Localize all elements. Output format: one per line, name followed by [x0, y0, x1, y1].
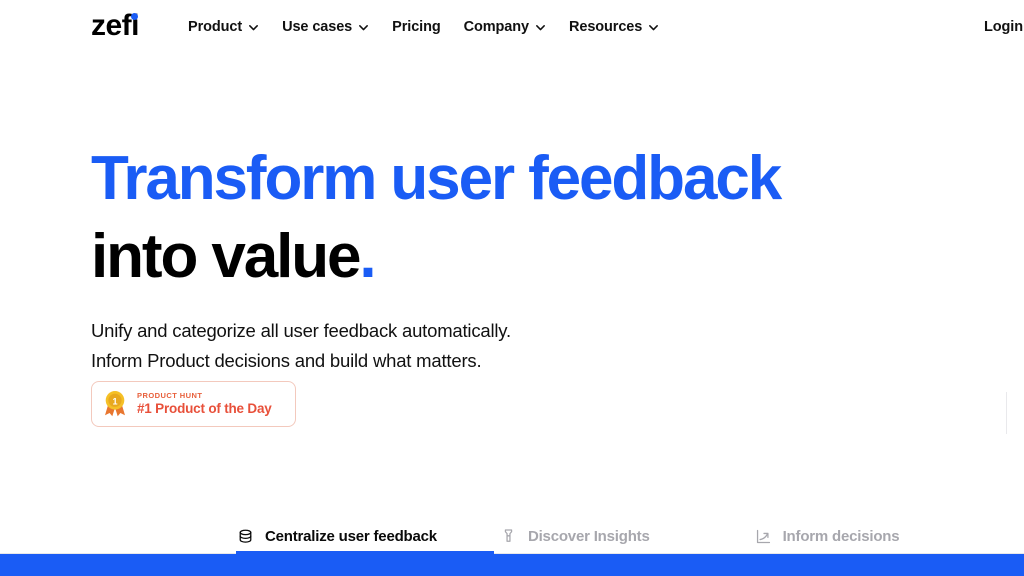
tab-label: Centralize user feedback	[265, 527, 437, 545]
tab-inform-decisions[interactable]: Inform decisions	[754, 518, 900, 554]
hero-section: Transform user feedback into value. Unif…	[91, 140, 921, 376]
flashlight-icon	[499, 527, 518, 546]
nav-item-resources[interactable]: Resources	[569, 19, 659, 35]
product-hunt-badge-text: PRODUCT HUNT #1 Product of the Day	[137, 391, 272, 417]
bottom-blue-section	[0, 554, 1024, 576]
product-hunt-title: #1 Product of the Day	[137, 401, 272, 416]
login-button[interactable]: Login	[984, 0, 1023, 53]
feature-tabs: Centralize user feedback Discover Insigh…	[236, 518, 976, 554]
chevron-down-icon	[648, 22, 659, 33]
headline-line-2-text: into value	[91, 222, 361, 291]
headline-line-1: Transform user feedback	[91, 144, 782, 213]
svg-text:1: 1	[112, 396, 117, 406]
logo-dot-icon	[131, 13, 139, 20]
subheading-line-2: Inform Product decisions and build what …	[91, 350, 482, 371]
trend-up-icon	[754, 527, 773, 546]
page-title: Transform user feedback into value.	[91, 140, 921, 296]
tab-label: Inform decisions	[782, 527, 900, 545]
nav-item-label: Company	[463, 18, 529, 35]
product-hunt-kicker: PRODUCT HUNT	[137, 391, 203, 400]
nav-item-product[interactable]: Product	[188, 19, 259, 35]
database-icon	[236, 527, 255, 546]
subheading-line-1: Unify and categorize all user feedback a…	[91, 320, 511, 341]
landing-page: zefi Product Use cases Pricing Company R…	[0, 0, 1024, 576]
gold-medal-icon: 1	[102, 390, 128, 418]
chevron-down-icon	[248, 22, 259, 33]
nav-item-pricing[interactable]: Pricing	[392, 18, 441, 35]
nav-item-label: Product	[188, 18, 243, 35]
hero-subheading: Unify and categorize all user feedback a…	[91, 316, 921, 376]
tab-label: Discover Insights	[527, 527, 650, 545]
chevron-down-icon	[535, 22, 546, 33]
chevron-down-icon	[358, 22, 369, 33]
right-edge-divider	[1006, 392, 1007, 434]
nav-item-use-cases[interactable]: Use cases	[282, 19, 369, 35]
nav-item-label: Pricing	[392, 18, 441, 35]
headline-period: .	[359, 222, 376, 291]
tab-centralize-user-feedback[interactable]: Centralize user feedback	[236, 518, 437, 554]
site-header: zefi Product Use cases Pricing Company R…	[0, 0, 1024, 53]
nav-item-company[interactable]: Company	[464, 19, 546, 35]
zefi-logo[interactable]: zefi	[91, 11, 140, 41]
headline-line-2: into value.	[91, 218, 921, 296]
product-hunt-badge[interactable]: 1 PRODUCT HUNT #1 Product of the Day	[91, 381, 296, 427]
nav-item-label: Resources	[568, 18, 643, 35]
nav-item-label: Use cases	[282, 18, 353, 35]
main-navigation: Product Use cases Pricing Company Resour…	[188, 0, 659, 53]
tab-discover-insights[interactable]: Discover Insights	[499, 518, 650, 554]
